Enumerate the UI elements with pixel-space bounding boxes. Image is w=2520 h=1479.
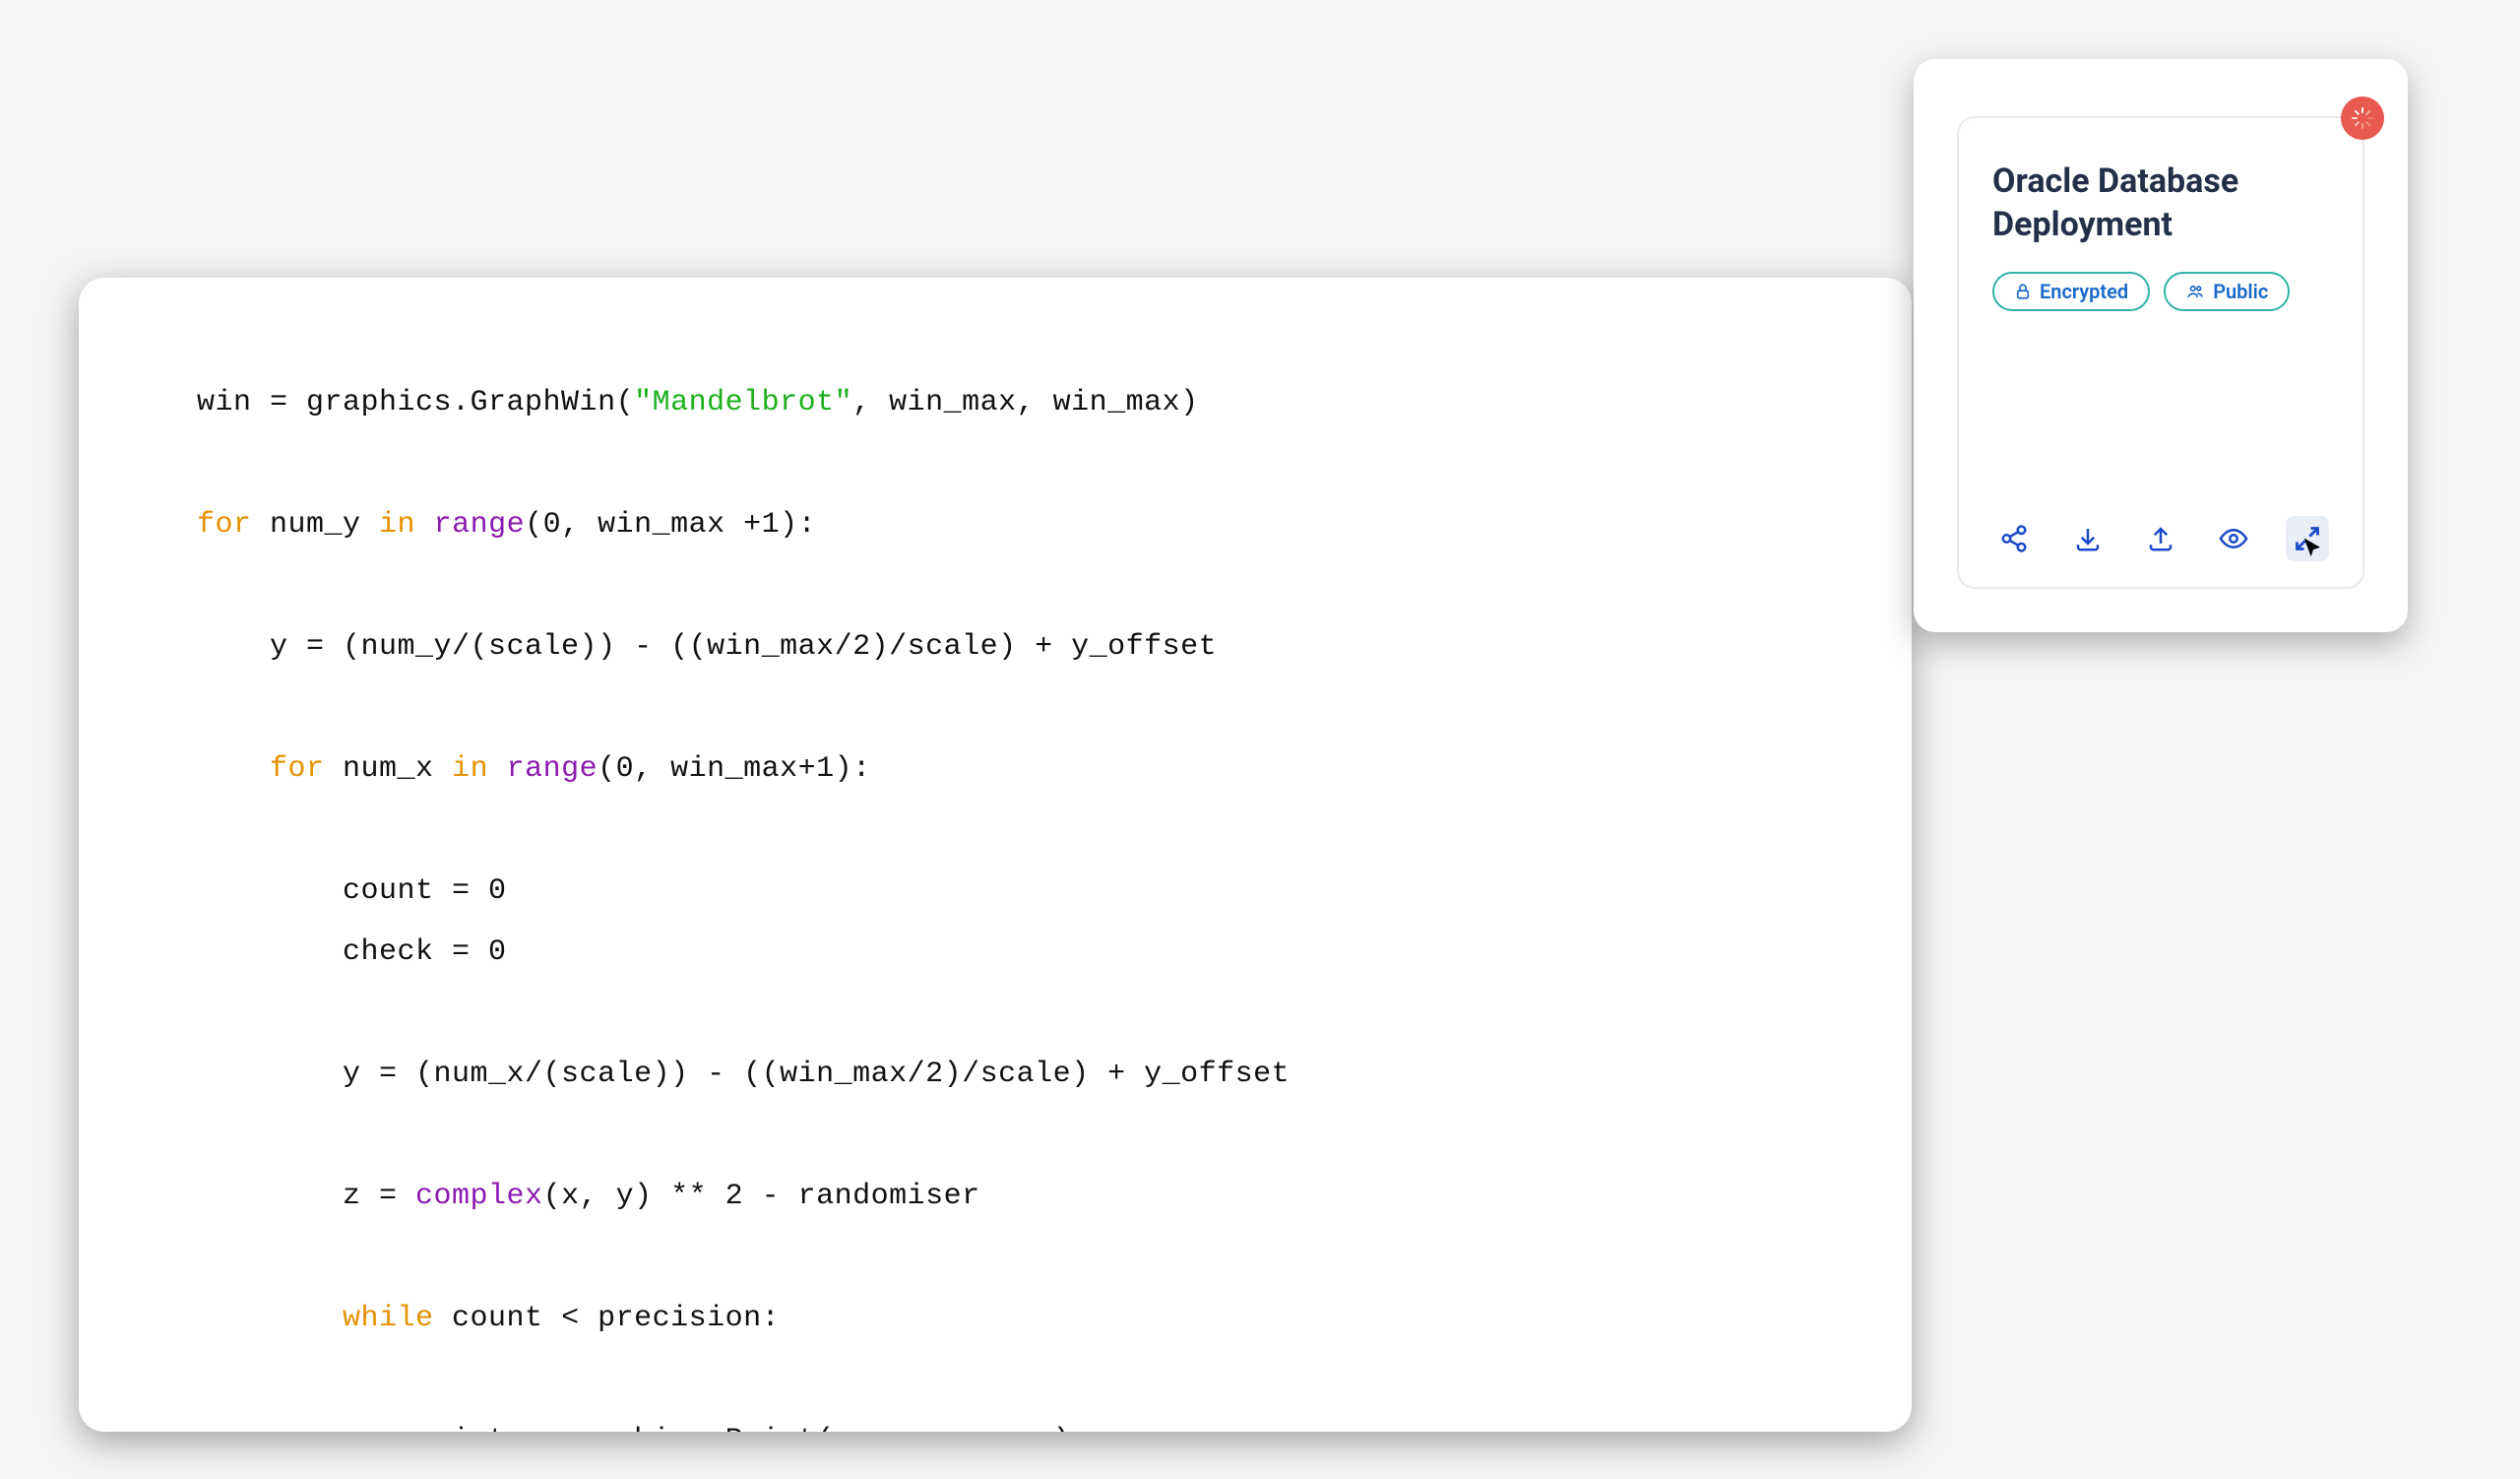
eye-icon[interactable] [2212,516,2255,561]
upload-icon[interactable] [2139,516,2182,561]
loading-icon [2341,96,2384,140]
download-icon[interactable] [2065,516,2109,561]
tag-row: Encrypted Public [1992,272,2329,311]
deployment-card-inner: Oracle Database Deployment Encrypted [1957,116,2364,589]
tag-label: Public [2213,280,2268,303]
deployment-card[interactable]: Oracle Database Deployment Encrypted [1914,59,2408,632]
tag-public[interactable]: Public [2164,272,2290,311]
tag-encrypted[interactable]: Encrypted [1992,272,2150,311]
code-window: win = graphics.GraphWin("Mandelbrot", wi… [79,278,1912,1432]
lock-icon [2014,283,2032,300]
card-action-row [1992,516,2329,561]
card-title: Oracle Database Deployment [1992,160,2329,246]
code-block: win = graphics.GraphWin("Mandelbrot", wi… [197,372,1823,1432]
share-icon[interactable] [1992,516,2036,561]
users-icon [2185,283,2205,300]
expand-icon[interactable] [2286,516,2329,561]
tag-label: Encrypted [2040,280,2128,303]
